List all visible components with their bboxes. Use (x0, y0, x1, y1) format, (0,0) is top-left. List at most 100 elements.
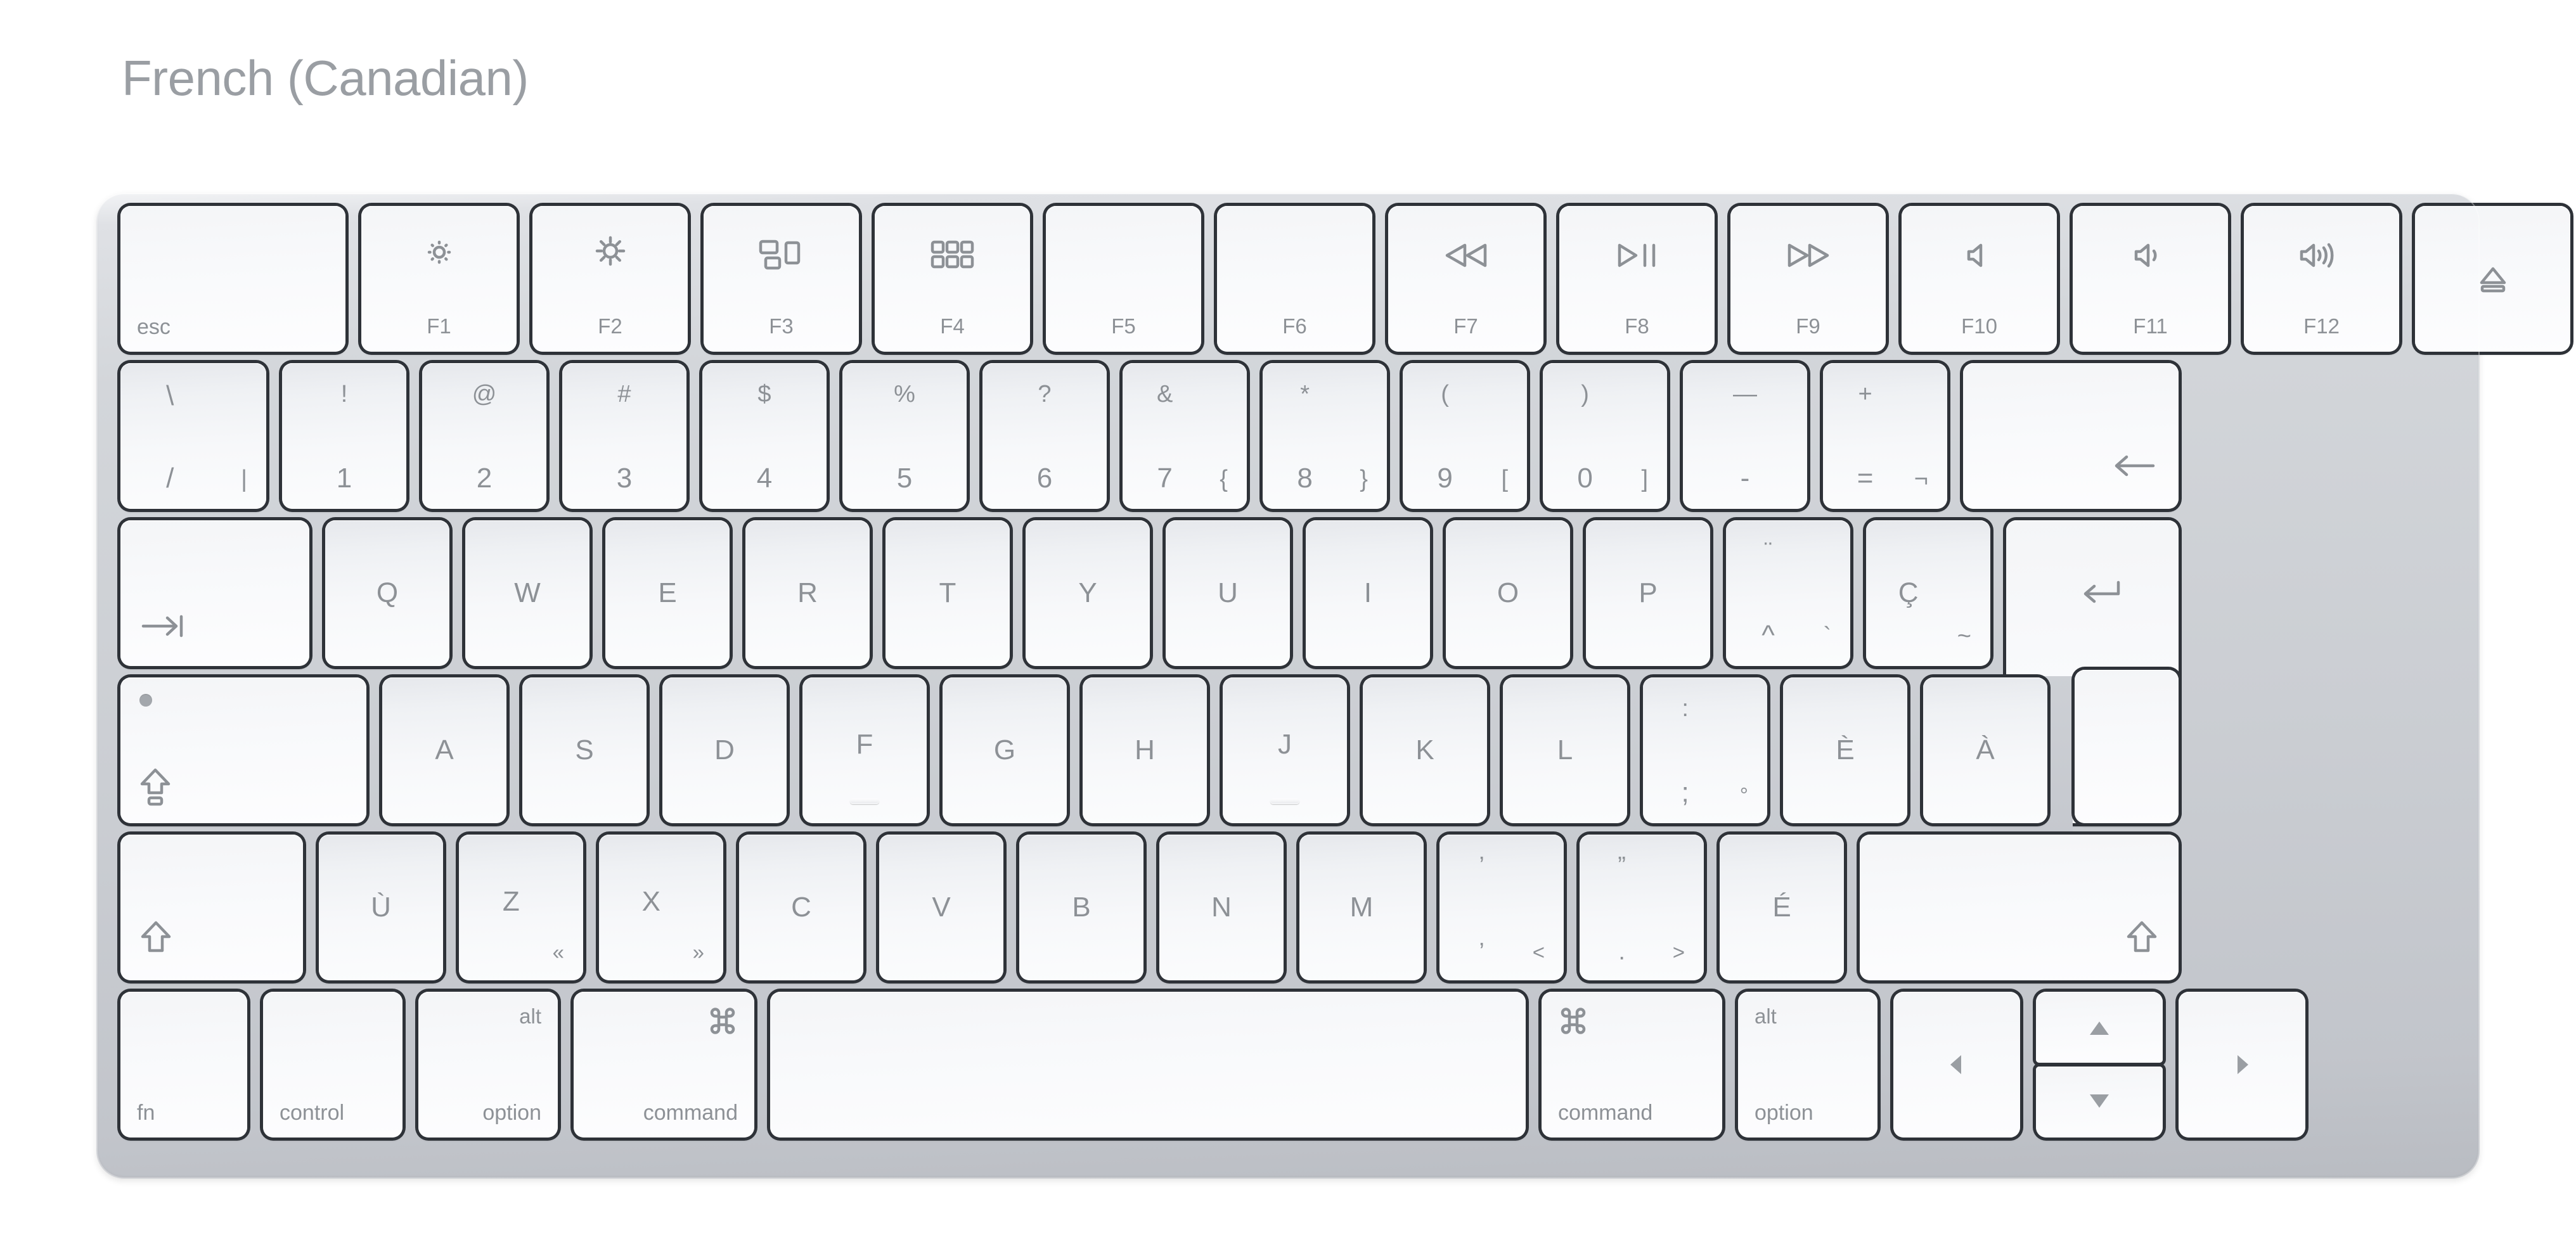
letter-p-legend: P (1639, 577, 1658, 608)
key-digit-7[interactable]: & 7 { (1123, 363, 1247, 509)
key-f3[interactable]: F3 (704, 206, 859, 352)
key-backslash-slash-pipe[interactable]: \ / | (120, 363, 266, 509)
f10-label: F10 (1961, 314, 1997, 338)
key-digit-3[interactable]: # 3 (562, 363, 686, 509)
key-letter-r[interactable]: R (745, 520, 870, 666)
key-esc[interactable]: esc (120, 206, 345, 352)
key-space[interactable] (770, 992, 1526, 1138)
key-left-shift[interactable] (120, 835, 303, 980)
key-f9[interactable]: F9 (1730, 206, 1886, 352)
key-letter-k[interactable]: K (1363, 677, 1487, 823)
letter-u-grave-legend: Ù (371, 892, 391, 923)
grave-accent-legend: ` (1823, 623, 1831, 650)
slash-legend: / (166, 463, 174, 494)
key-equal[interactable]: + = ¬ (1823, 363, 1947, 509)
key-letter-v[interactable]: V (879, 835, 1003, 980)
key-letter-j[interactable]: J (1223, 677, 1347, 823)
key-letter-e-acute[interactable]: É (1720, 835, 1844, 980)
key-colon-semicolon-degree[interactable]: : ; ° (1643, 677, 1767, 823)
key-minus[interactable]: — - (1683, 363, 1807, 509)
key-letter-q[interactable]: Q (325, 520, 449, 666)
brightness-up-icon (589, 230, 631, 272)
key-letter-y[interactable]: Y (1026, 520, 1150, 666)
key-letter-h[interactable]: H (1083, 677, 1207, 823)
key-tab[interactable] (120, 520, 309, 666)
key-letter-c[interactable]: C (739, 835, 863, 980)
key-left-option[interactable]: alt option (418, 992, 558, 1138)
key-f4[interactable]: F4 (875, 206, 1030, 352)
digit-5-legend: 5 (896, 463, 913, 494)
key-letter-f[interactable]: F (802, 677, 927, 823)
key-digit-6[interactable]: ? 6 (982, 363, 1107, 509)
key-fn[interactable]: fn (120, 992, 247, 1138)
key-digit-0[interactable]: ) 0 ] (1543, 363, 1667, 509)
key-f8[interactable]: F8 (1559, 206, 1715, 352)
key-eject[interactable] (2415, 206, 2570, 352)
arrow-left-icon (1947, 1053, 1966, 1076)
key-arrow-right[interactable] (2179, 992, 2305, 1138)
key-letter-p[interactable]: P (1586, 520, 1710, 666)
esc-label: esc (137, 315, 171, 339)
key-letter-o[interactable]: O (1446, 520, 1570, 666)
letter-a-legend: A (435, 734, 454, 766)
key-digit-4[interactable]: $ 4 (702, 363, 827, 509)
key-letter-x[interactable]: X » (599, 835, 723, 980)
key-f11[interactable]: F11 (2073, 206, 2228, 352)
key-period-quote-greater[interactable]: ” . > (1580, 835, 1704, 980)
letter-o-legend: O (1497, 577, 1519, 608)
key-letter-c-cedilla[interactable]: Ç ~ (1866, 520, 1990, 666)
key-letter-t[interactable]: T (886, 520, 1010, 666)
greater-than-legend: > (1672, 940, 1685, 964)
command-icon-right (1559, 1007, 1587, 1035)
key-delete[interactable] (1963, 363, 2179, 509)
key-letter-a-grave[interactable]: À (1923, 677, 2047, 823)
key-arrow-left[interactable] (1893, 992, 2020, 1138)
letter-h-legend: H (1135, 734, 1155, 766)
key-f5[interactable]: F5 (1046, 206, 1201, 352)
key-f12[interactable]: F12 (2244, 206, 2399, 352)
key-diaeresis-circumflex-grave[interactable]: ¨ ^ ` (1726, 520, 1850, 666)
key-letter-l[interactable]: L (1503, 677, 1627, 823)
key-f7[interactable]: F7 (1388, 206, 1543, 352)
key-letter-u-grave[interactable]: Ù (319, 835, 443, 980)
key-letter-g[interactable]: G (943, 677, 1067, 823)
key-f6[interactable]: F6 (1217, 206, 1372, 352)
key-left-control[interactable]: control (263, 992, 402, 1138)
key-right-option[interactable]: alt option (1738, 992, 1877, 1138)
key-arrow-up[interactable] (2036, 992, 2163, 1063)
key-letter-b[interactable]: B (1019, 835, 1143, 980)
at-legend: @ (472, 381, 497, 407)
key-digit-5[interactable]: % 5 (842, 363, 967, 509)
key-right-command[interactable]: command (1542, 992, 1722, 1138)
key-comma-apostrophe-less[interactable]: ’ ’ < (1439, 835, 1564, 980)
key-letter-u[interactable]: U (1166, 520, 1290, 666)
key-letter-e-grave[interactable]: È (1783, 677, 1907, 823)
key-letter-d[interactable]: D (662, 677, 787, 823)
key-digit-8[interactable]: * 8 } (1263, 363, 1387, 509)
key-caps-lock[interactable] (120, 677, 366, 823)
key-arrow-down[interactable] (2036, 1067, 2163, 1138)
top-letter-row: Q W E R T Y U I O P ¨ ^ ` Ç ~ (96, 520, 2480, 835)
key-letter-e[interactable]: E (605, 520, 730, 666)
key-f2[interactable]: F2 (532, 206, 688, 352)
key-letter-z[interactable]: Z « (459, 835, 583, 980)
key-letter-a[interactable]: A (382, 677, 506, 823)
key-digit-1[interactable]: ! 1 (282, 363, 406, 509)
key-f10[interactable]: F10 (1902, 206, 2057, 352)
key-letter-m[interactable]: M (1299, 835, 1424, 980)
key-right-shift[interactable] (1860, 835, 2179, 980)
key-letter-i[interactable]: I (1306, 520, 1430, 666)
circumflex-legend: ^ (1761, 620, 1775, 651)
key-letter-w[interactable]: W (465, 520, 589, 666)
arrow-up-icon (2088, 1020, 2111, 1037)
key-letter-s[interactable]: S (522, 677, 647, 823)
f6-label: F6 (1282, 314, 1307, 338)
brace-open-legend: { (1220, 466, 1228, 492)
key-digit-9[interactable]: ( 9 [ (1403, 363, 1527, 509)
letter-i-legend: I (1363, 577, 1372, 608)
key-digit-2[interactable]: @ 2 (422, 363, 546, 509)
key-left-command[interactable]: command (574, 992, 754, 1138)
key-f1[interactable]: F1 (361, 206, 517, 352)
function-row: esc F1 F2 F3 F4 F5 F6 F7 F8 F9 F10 F11 F… (96, 206, 2570, 352)
key-letter-n[interactable]: N (1159, 835, 1284, 980)
